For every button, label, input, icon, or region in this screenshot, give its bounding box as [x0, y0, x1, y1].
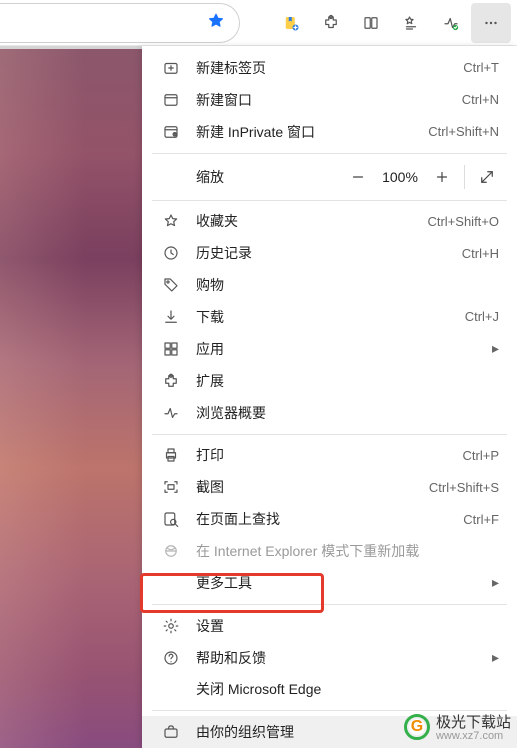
gear-icon	[160, 617, 182, 635]
menu-find[interactable]: 在页面上查找 Ctrl+F	[142, 503, 517, 535]
menu-extensions[interactable]: 扩展	[142, 365, 517, 397]
new-tab-icon	[160, 59, 182, 77]
download-icon	[160, 308, 182, 326]
menu-separator	[152, 153, 507, 154]
menu-shortcut: Ctrl+Shift+S	[429, 480, 499, 495]
zoom-label: 缩放	[196, 167, 340, 187]
fullscreen-button[interactable]	[469, 159, 505, 195]
puzzle-icon	[160, 372, 182, 390]
pulse-icon	[160, 404, 182, 422]
extensions-icon[interactable]	[311, 3, 351, 43]
address-bar-segment[interactable]	[0, 3, 240, 43]
chevron-right-icon: ▸	[492, 574, 499, 591]
menu-new-tab[interactable]: 新建标签页 Ctrl+T	[142, 52, 517, 84]
menu-shortcut: Ctrl+H	[462, 246, 499, 261]
menu-label: 历史记录	[196, 243, 462, 263]
menu-shopping[interactable]: 购物	[142, 269, 517, 301]
menu-apps[interactable]: 应用 ▸	[142, 333, 517, 365]
watermark-url: www.xz7.com	[436, 730, 511, 742]
menu-label: 应用	[196, 339, 486, 359]
menu-label: 打印	[196, 445, 463, 465]
star-icon	[160, 212, 182, 230]
menu-label: 扩展	[196, 371, 499, 391]
menu-zoom: 缩放 100%	[142, 159, 517, 195]
new-window-icon	[160, 91, 182, 109]
menu-shortcut: Ctrl+F	[463, 512, 499, 527]
menu-more-tools[interactable]: 更多工具 ▸	[142, 567, 517, 599]
menu-shortcut: Ctrl+N	[462, 92, 499, 107]
performance-icon[interactable]	[431, 3, 471, 43]
apps-icon	[160, 340, 182, 358]
zoom-divider	[464, 165, 465, 189]
chevron-right-icon: ▸	[492, 649, 499, 666]
toolbar-actions	[271, 3, 517, 43]
menu-close-edge[interactable]: 关闭 Microsoft Edge	[142, 674, 517, 706]
menu-browser-essentials[interactable]: 浏览器概要	[142, 397, 517, 429]
split-screen-icon[interactable]	[351, 3, 391, 43]
menu-label: 下载	[196, 307, 465, 327]
menu-label: 截图	[196, 477, 429, 497]
menu-shortcut: Ctrl+Shift+N	[428, 124, 499, 139]
menu-label: 新建窗口	[196, 90, 462, 110]
menu-label: 更多工具	[196, 573, 486, 593]
watermark: G 极光下载站 www.xz7.com	[404, 711, 511, 742]
menu-screenshot[interactable]: 截图 Ctrl+Shift+S	[142, 471, 517, 503]
menu-label: 设置	[196, 616, 499, 636]
menu-help[interactable]: 帮助和反馈 ▸	[142, 642, 517, 674]
menu-label: 在页面上查找	[196, 509, 463, 529]
zoom-out-button[interactable]	[340, 159, 376, 195]
menu-label: 关闭 Microsoft Edge	[196, 679, 499, 699]
menu-new-window[interactable]: 新建窗口 Ctrl+N	[142, 84, 517, 116]
find-icon	[160, 510, 182, 528]
page-background	[0, 46, 142, 748]
history-icon	[160, 244, 182, 262]
menu-separator	[152, 604, 507, 605]
briefcase-icon	[160, 723, 182, 741]
collections-icon[interactable]	[271, 3, 311, 43]
menu-print[interactable]: 打印 Ctrl+P	[142, 439, 517, 471]
menu-label: 新建 InPrivate 窗口	[196, 122, 428, 142]
menu-label: 收藏夹	[196, 211, 427, 231]
more-menu-icon[interactable]	[471, 3, 511, 43]
menu-new-inprivate[interactable]: 新建 InPrivate 窗口 Ctrl+Shift+N	[142, 116, 517, 148]
menu-label: 帮助和反馈	[196, 648, 486, 668]
menu-settings[interactable]: 设置	[142, 610, 517, 642]
menu-history[interactable]: 历史记录 Ctrl+H	[142, 237, 517, 269]
chevron-right-icon: ▸	[492, 340, 499, 357]
favorites-list-icon[interactable]	[391, 3, 431, 43]
menu-shortcut: Ctrl+J	[465, 309, 499, 324]
menu-shortcut: Ctrl+Shift+O	[427, 214, 499, 229]
favorite-star-icon[interactable]	[207, 12, 225, 33]
tag-icon	[160, 276, 182, 294]
zoom-value: 100%	[376, 169, 424, 185]
settings-and-more-menu: 新建标签页 Ctrl+T 新建窗口 Ctrl+N 新建 InPrivate 窗口…	[142, 46, 517, 748]
menu-separator	[152, 434, 507, 435]
watermark-logo-icon: G	[404, 714, 430, 740]
zoom-in-button[interactable]	[424, 159, 460, 195]
screenshot-icon	[160, 478, 182, 496]
menu-shortcut: Ctrl+P	[463, 448, 499, 463]
watermark-brand: 极光下载站	[436, 714, 511, 731]
menu-favorites[interactable]: 收藏夹 Ctrl+Shift+O	[142, 205, 517, 237]
menu-separator	[152, 200, 507, 201]
ie-icon	[160, 542, 182, 560]
menu-label: 在 Internet Explorer 模式下重新加载	[196, 541, 499, 561]
menu-label: 新建标签页	[196, 58, 463, 78]
menu-downloads[interactable]: 下载 Ctrl+J	[142, 301, 517, 333]
menu-ie-reload: 在 Internet Explorer 模式下重新加载	[142, 535, 517, 567]
browser-toolbar	[0, 0, 517, 46]
menu-label: 浏览器概要	[196, 403, 499, 423]
inprivate-icon	[160, 123, 182, 141]
menu-shortcut: Ctrl+T	[463, 60, 499, 75]
menu-label: 购物	[196, 275, 499, 295]
printer-icon	[160, 446, 182, 464]
help-icon	[160, 649, 182, 667]
